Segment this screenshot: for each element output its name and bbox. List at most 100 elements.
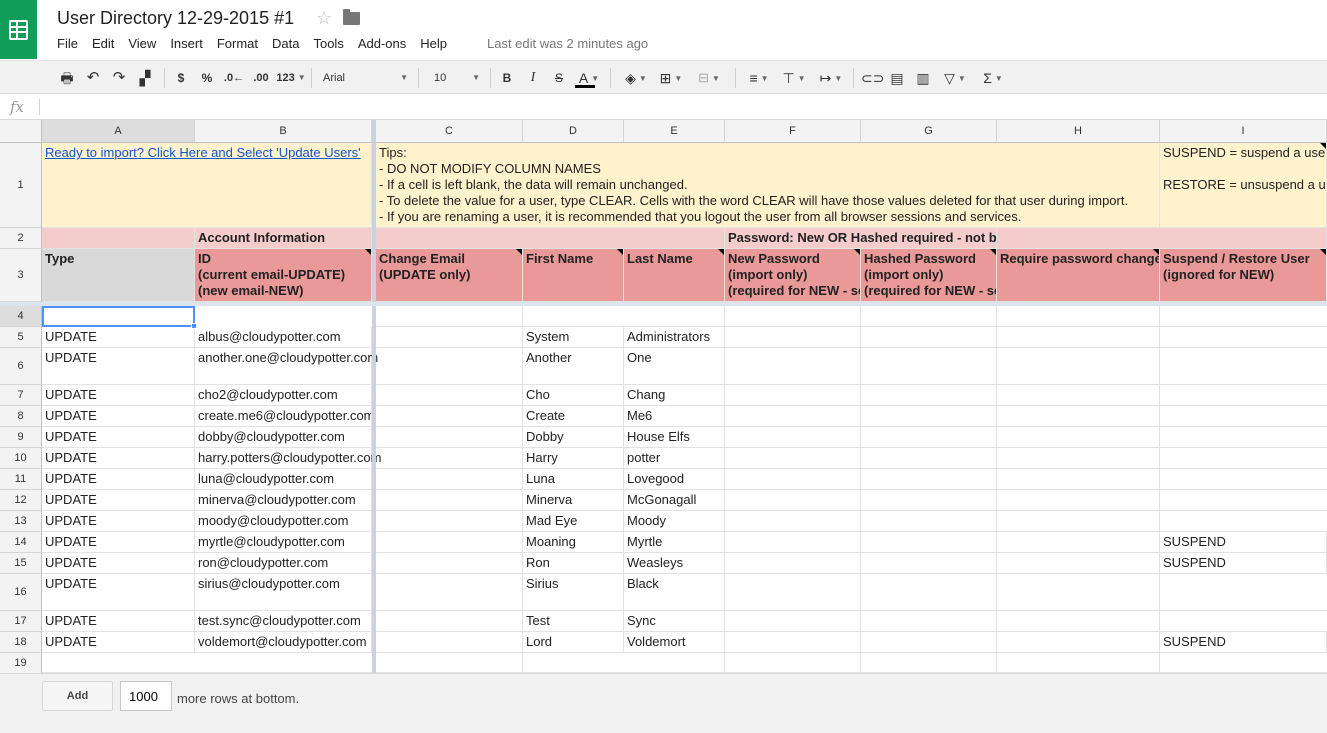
frozen-column-divider[interactable] — [372, 120, 376, 673]
column-header-e[interactable]: E — [624, 120, 725, 143]
last-name-cell[interactable]: Sync — [624, 611, 725, 632]
suspend-help-cell[interactable]: SUSPEND = suspend a user RESTORE = unsus… — [1160, 143, 1327, 228]
first-name-cell[interactable]: Cho — [523, 385, 624, 406]
folder-icon[interactable] — [343, 9, 360, 25]
menu-help[interactable]: Help — [420, 36, 447, 52]
spreadsheet-grid[interactable]: A B C D E F G H I 1 2 3 4 5 6 7 8 9 10 1… — [0, 120, 1327, 673]
id-cell[interactable]: moody@cloudypotter.com — [195, 511, 372, 532]
rows-count-input[interactable] — [120, 681, 172, 711]
first-name-header[interactable]: First Name — [523, 249, 624, 302]
increase-decimals-button[interactable]: .00 — [250, 70, 272, 86]
undo-icon[interactable]: ↶ — [84, 70, 102, 86]
cell-c2-e2[interactable] — [376, 228, 725, 249]
column-header-d[interactable]: D — [523, 120, 624, 143]
menu-addons[interactable]: Add-ons — [358, 36, 406, 52]
row-header-18[interactable]: 18 — [0, 632, 42, 653]
id-cell[interactable]: voldemort@cloudypotter.com — [195, 632, 372, 653]
type-cell[interactable]: UPDATE — [42, 385, 195, 406]
print-icon[interactable]: 🖶 — [59, 70, 75, 86]
currency-format-button[interactable]: $ — [174, 70, 188, 86]
insert-comment-icon[interactable]: ▤ — [888, 70, 906, 86]
suspend-cell[interactable]: SUSPEND — [1160, 632, 1327, 653]
type-cell[interactable]: UPDATE — [42, 469, 195, 490]
row-header-15[interactable]: 15 — [0, 553, 42, 574]
suspend-restore-header[interactable]: Suspend / Restore User (ignored for NEW) — [1160, 249, 1327, 302]
paint-format-icon[interactable]: ▞ — [136, 70, 154, 86]
menu-tools[interactable]: Tools — [313, 36, 343, 52]
row-header-3[interactable]: 3 — [0, 249, 42, 302]
row-header-19[interactable]: 19 — [0, 653, 42, 673]
column-header-f[interactable]: F — [725, 120, 861, 143]
column-header-b[interactable]: B — [195, 120, 372, 143]
last-name-cell[interactable]: Black — [624, 574, 725, 611]
column-header-i[interactable]: I — [1160, 120, 1327, 143]
active-cell-a4[interactable] — [42, 306, 195, 327]
type-cell[interactable]: UPDATE — [42, 574, 195, 611]
strikethrough-button[interactable]: S — [551, 70, 567, 86]
merge-cells-icon[interactable]: ⊟ ▼ — [692, 70, 726, 86]
last-name-cell[interactable]: Moody — [624, 511, 725, 532]
last-name-cell[interactable]: Lovegood — [624, 469, 725, 490]
type-cell[interactable]: UPDATE — [42, 327, 195, 348]
percent-format-button[interactable]: % — [199, 70, 215, 86]
row-header-2[interactable]: 2 — [0, 228, 42, 249]
row-header-9[interactable]: 9 — [0, 427, 42, 448]
fill-color-icon[interactable]: ◈ ▼ — [620, 70, 652, 86]
font-family-select[interactable]: Arial ▼ — [318, 69, 412, 87]
first-name-cell[interactable]: Create — [523, 406, 624, 427]
id-cell[interactable]: albus@cloudypotter.com — [195, 327, 372, 348]
row-header-11[interactable]: 11 — [0, 469, 42, 490]
last-name-cell[interactable]: Me6 — [624, 406, 725, 427]
row-header-5[interactable]: 5 — [0, 327, 42, 348]
suspend-cell[interactable]: SUSPEND — [1160, 553, 1327, 574]
first-name-cell[interactable]: System — [523, 327, 624, 348]
cell-h2-i2[interactable] — [997, 228, 1327, 249]
horizontal-align-icon[interactable]: ≡ ▼ — [744, 70, 774, 86]
first-name-cell[interactable]: Dobby — [523, 427, 624, 448]
last-name-cell[interactable]: Voldemort — [624, 632, 725, 653]
row-header-8[interactable]: 8 — [0, 406, 42, 427]
row-header-4[interactable]: 4 — [0, 306, 42, 327]
first-name-cell[interactable]: Another — [523, 348, 624, 385]
menu-format[interactable]: Format — [217, 36, 258, 52]
decrease-decimals-button[interactable]: .0← — [223, 70, 245, 86]
row-header-13[interactable]: 13 — [0, 511, 42, 532]
last-name-cell[interactable]: House Elfs — [624, 427, 725, 448]
first-name-cell[interactable]: Minerva — [523, 490, 624, 511]
require-password-change-header[interactable]: Require password change — [997, 249, 1160, 302]
type-cell[interactable]: UPDATE — [42, 632, 195, 653]
last-name-cell[interactable]: Chang — [624, 385, 725, 406]
password-group-header[interactable]: Password: New OR Hashed required - not b… — [725, 228, 997, 249]
first-name-cell[interactable]: Luna — [523, 469, 624, 490]
type-cell[interactable]: UPDATE — [42, 348, 195, 385]
redo-icon[interactable]: ↷ — [110, 70, 128, 86]
column-header-h[interactable]: H — [997, 120, 1160, 143]
functions-icon[interactable]: Σ ▼ — [978, 70, 1008, 86]
type-cell[interactable]: UPDATE — [42, 448, 195, 469]
first-name-cell[interactable]: Lord — [523, 632, 624, 653]
borders-icon[interactable]: ⊞ ▼ — [657, 70, 685, 86]
last-name-cell[interactable]: McGonagall — [624, 490, 725, 511]
italic-button[interactable]: I — [525, 70, 541, 86]
import-link[interactable]: Ready to import? Click Here and Select '… — [45, 145, 361, 160]
formula-input[interactable] — [46, 98, 1316, 116]
id-cell[interactable]: harry.potters@cloudypotter.com — [195, 448, 381, 469]
column-header-c[interactable]: C — [376, 120, 523, 143]
id-cell[interactable]: create.me6@cloudypotter.com — [195, 406, 372, 427]
id-cell[interactable]: minerva@cloudypotter.com — [195, 490, 372, 511]
id-cell[interactable]: luna@cloudypotter.com — [195, 469, 372, 490]
id-cell[interactable]: dobby@cloudypotter.com — [195, 427, 372, 448]
import-link-cell[interactable]: Ready to import? Click Here and Select '… — [42, 143, 372, 228]
star-icon[interactable]: ☆ — [316, 8, 332, 28]
last-name-cell[interactable]: Myrtle — [624, 532, 725, 553]
first-name-cell[interactable]: Moaning — [523, 532, 624, 553]
first-name-cell[interactable]: Sirius — [523, 574, 624, 611]
insert-link-icon[interactable]: ⊂⊃ — [861, 70, 884, 86]
type-header[interactable]: Type — [42, 249, 195, 302]
type-cell[interactable]: UPDATE — [42, 553, 195, 574]
text-wrapping-icon[interactable]: ↦ ▼ — [814, 70, 848, 86]
row-header-7[interactable]: 7 — [0, 385, 42, 406]
account-information-header[interactable]: Account Information — [195, 228, 372, 249]
fill-handle[interactable] — [191, 323, 197, 329]
id-header[interactable]: ID (current email-UPDATE) (new email-NEW… — [195, 249, 372, 302]
